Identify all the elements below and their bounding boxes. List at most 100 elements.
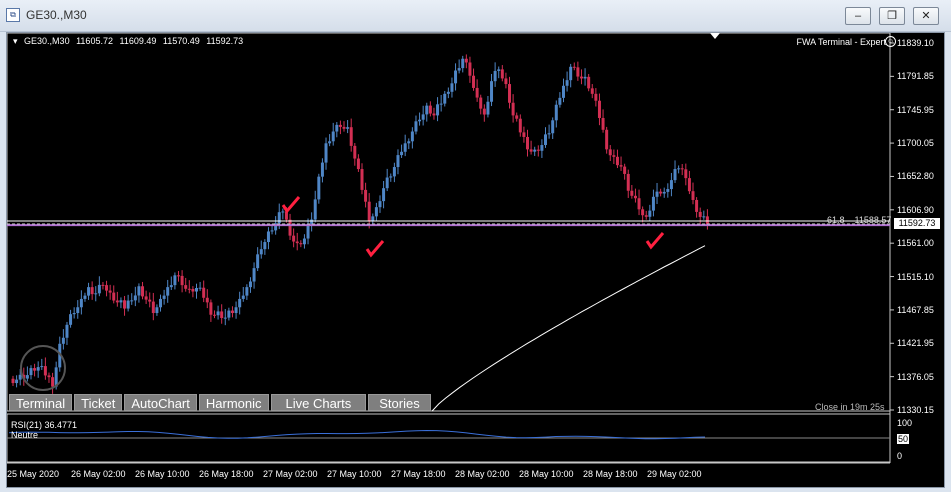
candle-body xyxy=(277,212,281,224)
candle-body xyxy=(191,289,195,292)
candle-body xyxy=(378,201,382,208)
candle-body xyxy=(187,288,191,290)
candle-body xyxy=(15,379,19,384)
tab-live-charts[interactable]: Live Charts xyxy=(270,394,367,411)
candle-body xyxy=(205,297,209,303)
tab-autochart[interactable]: AutoChart xyxy=(124,394,197,411)
candle-body xyxy=(133,295,137,301)
shift-marker-icon[interactable] xyxy=(710,33,720,39)
candle-body xyxy=(644,215,648,217)
candle-body xyxy=(504,78,508,85)
price-tick: 11330.15 xyxy=(897,405,934,415)
candle-body xyxy=(18,374,22,380)
candle-body xyxy=(353,145,357,159)
candle-body xyxy=(69,314,73,325)
candle-body xyxy=(47,375,51,378)
candle-body xyxy=(529,149,533,152)
close-button[interactable]: ✕ xyxy=(913,7,939,25)
current-price-label: 11592.73 xyxy=(894,218,940,229)
price-chart[interactable] xyxy=(7,33,944,487)
price-tick: 11515.10 xyxy=(897,271,934,282)
candle-body xyxy=(194,287,198,292)
candle-body xyxy=(94,293,98,295)
price-tick: 11791.85 xyxy=(897,71,934,82)
candle-body xyxy=(623,166,627,174)
candle-body xyxy=(338,124,342,127)
candle-body xyxy=(227,310,231,318)
candle-body xyxy=(432,113,436,116)
candle-body xyxy=(320,162,324,177)
date-axis: 25 May 2020 26 May 02:00 26 May 10:00 26 Ma… xyxy=(7,465,892,487)
candle-body xyxy=(414,121,418,132)
price-tick: 11467.85 xyxy=(897,304,934,315)
candle-body xyxy=(317,176,321,200)
chart-window[interactable]: ▾ GE30.,M30 11605.72 11609.49 11570.49 1… xyxy=(6,32,945,488)
header-symbol: GE30.,M30 xyxy=(24,36,70,46)
candle-body xyxy=(633,195,637,199)
candle-body xyxy=(374,207,378,217)
candle-body xyxy=(637,198,641,210)
candle-body xyxy=(313,199,317,220)
rsi-state: Neutre xyxy=(11,430,39,440)
candle-body xyxy=(569,66,573,81)
candle-body xyxy=(457,68,461,71)
candle-body xyxy=(500,69,504,79)
chart-header: ▾ GE30.,M30 11605.72 11609.49 11570.49 1… xyxy=(13,36,247,47)
candle-body xyxy=(472,75,476,88)
date-tick: 27 May 10:00 xyxy=(327,469,382,479)
candle-body xyxy=(579,76,583,79)
candle-body xyxy=(526,136,530,150)
tab-harmonic[interactable]: Harmonic xyxy=(198,394,269,411)
candle-body xyxy=(198,287,202,289)
price-tick: 11421.95 xyxy=(897,338,934,349)
price-tick: 11839.10 xyxy=(897,38,934,48)
candle-body xyxy=(148,299,152,302)
candle-body xyxy=(655,191,659,197)
restore-button[interactable]: ❐ xyxy=(879,7,905,25)
rsi-level-100: 100 xyxy=(897,418,913,428)
tab-terminal[interactable]: Terminal xyxy=(9,394,73,411)
tab-ticket[interactable]: Ticket xyxy=(74,394,123,411)
tab-stories[interactable]: Stories xyxy=(368,394,431,411)
candle-body xyxy=(151,301,155,314)
window-title: GE30.,M30 xyxy=(26,8,87,22)
expert-smiley-icon[interactable]: ☺ xyxy=(885,36,896,47)
header-close: 11592.73 xyxy=(206,36,244,46)
candle-body xyxy=(666,189,670,192)
candle-body xyxy=(511,102,515,116)
candle-body xyxy=(497,69,501,71)
candle-body xyxy=(241,295,245,299)
candle-body xyxy=(356,158,360,170)
candle-body xyxy=(522,132,526,137)
price-tick: 11652.80 xyxy=(897,171,934,182)
candle-body xyxy=(597,100,601,118)
candle-body xyxy=(90,287,94,295)
candle-body xyxy=(346,127,350,129)
candle-body xyxy=(36,367,40,371)
candle-body xyxy=(464,58,468,63)
candle-body xyxy=(565,80,569,86)
candle-body xyxy=(61,337,65,344)
date-tick: 25 May 2020 xyxy=(7,469,60,479)
candle-body xyxy=(421,114,425,120)
candle-body xyxy=(547,133,551,135)
candle-body xyxy=(691,191,695,200)
candle-body xyxy=(594,93,598,101)
candle-body xyxy=(590,88,594,94)
candle-body xyxy=(159,298,163,308)
candle-body xyxy=(65,324,69,338)
candle-body xyxy=(130,300,134,302)
candle-body xyxy=(508,84,512,103)
candle-body xyxy=(572,66,576,68)
minimize-button[interactable]: – xyxy=(845,7,871,25)
candle-body xyxy=(76,307,80,314)
candle-body xyxy=(407,141,411,144)
candle-body xyxy=(137,286,141,296)
candle-body xyxy=(551,120,555,134)
header-low: 11570.49 xyxy=(162,36,200,46)
candle-body xyxy=(126,300,130,309)
candle-body xyxy=(220,311,224,318)
fib-ratio: 61.8 xyxy=(827,215,845,225)
candle-body xyxy=(576,67,580,77)
candle-body xyxy=(641,209,645,216)
